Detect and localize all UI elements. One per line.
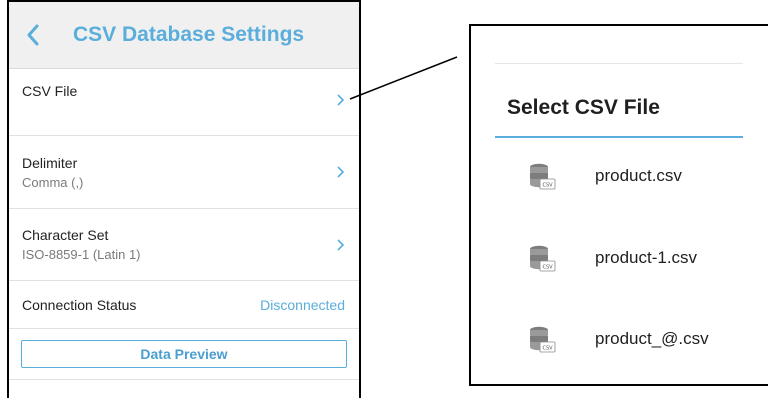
setting-row-connection-status: Connection Status Disconnected — [9, 281, 359, 329]
setting-label: Character Set — [22, 227, 109, 243]
svg-text:CSV: CSV — [542, 346, 553, 352]
chevron-right-icon — [337, 94, 345, 106]
database-csv-icon: CSV — [530, 326, 556, 353]
data-preview-button[interactable]: Data Preview — [21, 340, 347, 368]
setting-value: Comma (,) — [22, 174, 84, 190]
svg-text:CSV: CSV — [542, 265, 553, 271]
chevron-right-icon — [337, 238, 345, 251]
settings-screen: CSV Database Settings CSV File Delimiter… — [7, 0, 361, 398]
setting-row-csv-file[interactable]: CSV File — [9, 69, 359, 136]
list-item[interactable]: CSV product-1.csv — [495, 238, 743, 278]
list-item[interactable]: CSV product.csv — [495, 156, 743, 196]
setting-label: CSV File — [22, 83, 78, 99]
divider — [495, 63, 743, 64]
file-name: product.csv — [595, 166, 682, 185]
dialog-title: Select CSV File — [507, 96, 660, 119]
svg-text:CSV: CSV — [542, 183, 553, 189]
file-name: product_@.csv — [595, 329, 709, 348]
chevron-left-icon — [27, 24, 39, 46]
setting-label: Delimiter — [22, 154, 78, 171]
title-underline — [495, 136, 743, 138]
back-button[interactable] — [13, 15, 53, 55]
chevron-right-icon — [337, 166, 345, 178]
setting-label: Connection Status — [22, 296, 137, 313]
status-badge: Disconnected — [260, 296, 345, 313]
file-name: product-1.csv — [595, 248, 698, 267]
list-item[interactable]: CSV product_@.csv — [495, 319, 743, 359]
select-file-dialog: Select CSV File CSV product.csv CSV prod… — [469, 24, 768, 386]
app-header: CSV Database Settings — [9, 2, 359, 69]
setting-row-character-set[interactable]: Character Set ISO-8859-1 (Latin 1) — [9, 209, 359, 281]
setting-row-delimiter[interactable]: Delimiter Comma (,) — [9, 136, 359, 209]
screenshot-stage: CSV Database Settings CSV File Delimiter… — [0, 0, 768, 398]
preview-container: Data Preview — [9, 329, 359, 380]
database-csv-icon: CSV — [530, 245, 556, 272]
page-title: CSV Database Settings — [73, 23, 305, 46]
setting-value: ISO-8859-1 (Latin 1) — [22, 247, 141, 262]
database-csv-icon: CSV — [530, 163, 556, 190]
